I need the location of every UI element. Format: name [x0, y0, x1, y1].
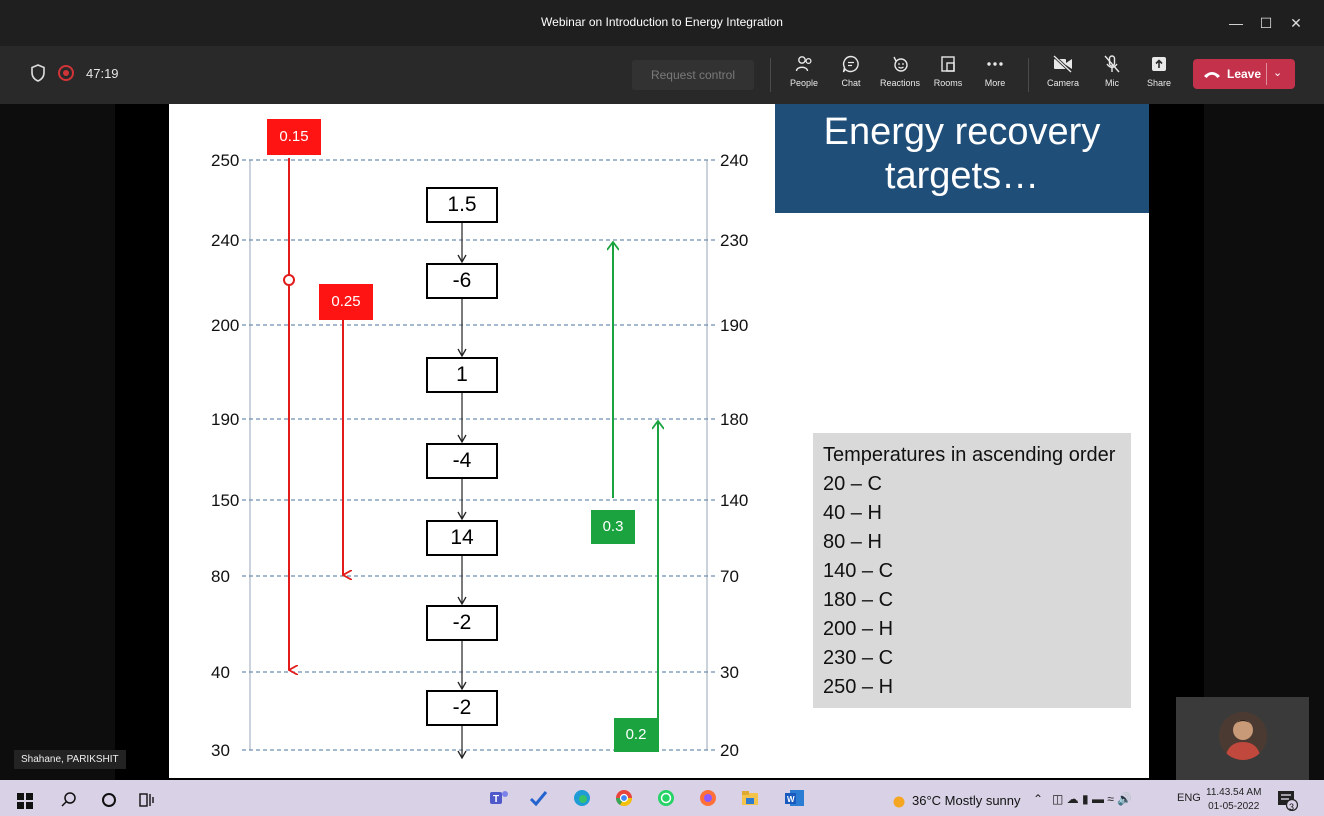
slide-title: Energy recovery targets…: [775, 104, 1149, 213]
word-app-icon[interactable]: W: [784, 788, 806, 808]
temperature-list-heading: Temperatures in ascending order: [823, 444, 1116, 466]
firefox-browser-icon[interactable]: [698, 788, 718, 808]
temperature-item: 230 – C: [823, 647, 894, 669]
left-tick: 240: [211, 231, 240, 250]
cold-stream-1-label: 0.3: [591, 510, 635, 544]
weather-sun-icon: [893, 796, 905, 808]
edge-browser-icon[interactable]: [572, 788, 592, 808]
file-explorer-icon[interactable]: [740, 788, 760, 808]
tray-icons[interactable]: ◫ ☁ ▮ ▬ ≈ 🔊: [1052, 792, 1132, 806]
cold-stream-2-label: 0.2: [614, 718, 658, 752]
left-tick: 190: [211, 410, 240, 429]
notification-count: 3: [1289, 802, 1295, 812]
temperature-item: 250 – H: [823, 676, 894, 698]
left-tick: 200: [211, 316, 240, 335]
clock-time: 11.43.54 AM: [1206, 787, 1262, 798]
teams-app-icon[interactable]: T: [488, 788, 510, 808]
search-icon[interactable]: [60, 790, 78, 810]
interval-box: -2: [426, 605, 498, 641]
right-tick: 230: [720, 231, 749, 250]
language-indicator[interactable]: ENG: [1177, 792, 1201, 804]
hot-stream-1-label: 0.15: [267, 119, 321, 155]
temperature-item: 40 – H: [823, 502, 882, 524]
right-tick: 30: [720, 663, 739, 682]
left-tick: 250: [211, 151, 240, 170]
todo-app-icon[interactable]: [528, 788, 548, 808]
interval-box: 1.5: [426, 187, 498, 223]
svg-text:W: W: [787, 795, 795, 804]
screen: Webinar on Introduction to Energy Integr…: [0, 0, 1324, 816]
right-tick: 140: [720, 491, 749, 510]
temperature-item: 20 – C: [823, 473, 882, 495]
temperature-item: 200 – H: [823, 618, 894, 640]
presenter-name-tag: Shahane, PARIKSHIT: [14, 750, 126, 769]
temperature-list-box: Temperatures in ascending order 20 – C 4…: [813, 433, 1131, 708]
task-view-icon[interactable]: [138, 790, 156, 810]
windows-start-icon[interactable]: [17, 791, 33, 811]
right-tick: 190: [720, 316, 749, 335]
interval-box: 1: [426, 357, 498, 393]
left-tick: 80: [211, 567, 230, 586]
clock-date: 01-05-2022: [1208, 801, 1260, 812]
temperature-item: 180 – C: [823, 589, 894, 611]
left-tick: 30: [211, 741, 230, 760]
notification-center-icon[interactable]: [1276, 789, 1298, 811]
cursor-pointer-icon: [283, 274, 295, 286]
avatar: [1219, 712, 1267, 760]
system-clock[interactable]: 11.43.54 AM 01-05-2022: [1206, 786, 1261, 814]
interval-box: 14: [426, 520, 498, 556]
temperature-item: 140 – C: [823, 560, 894, 582]
right-tick: 70: [720, 567, 739, 586]
svg-text:T: T: [493, 794, 499, 805]
right-tick: 180: [720, 410, 749, 429]
whatsapp-icon[interactable]: [656, 788, 676, 808]
right-tick: 240: [720, 151, 749, 170]
interval-box: -6: [426, 263, 498, 299]
temperature-item: 80 – H: [823, 531, 882, 553]
chrome-browser-icon[interactable]: [614, 788, 634, 808]
right-tick: 20: [720, 741, 739, 760]
interval-box: -2: [426, 690, 498, 726]
hot-stream-2-label: 0.25: [319, 284, 373, 320]
interval-box: -4: [426, 443, 498, 479]
cortana-icon[interactable]: [100, 790, 118, 810]
tray-chevron-icon[interactable]: ⌃: [1033, 792, 1043, 806]
person-avatar-icon: [1219, 712, 1267, 760]
weather-text[interactable]: 36°C Mostly sunny: [912, 793, 1021, 808]
left-tick: 150: [211, 491, 240, 510]
left-tick: 40: [211, 663, 230, 682]
